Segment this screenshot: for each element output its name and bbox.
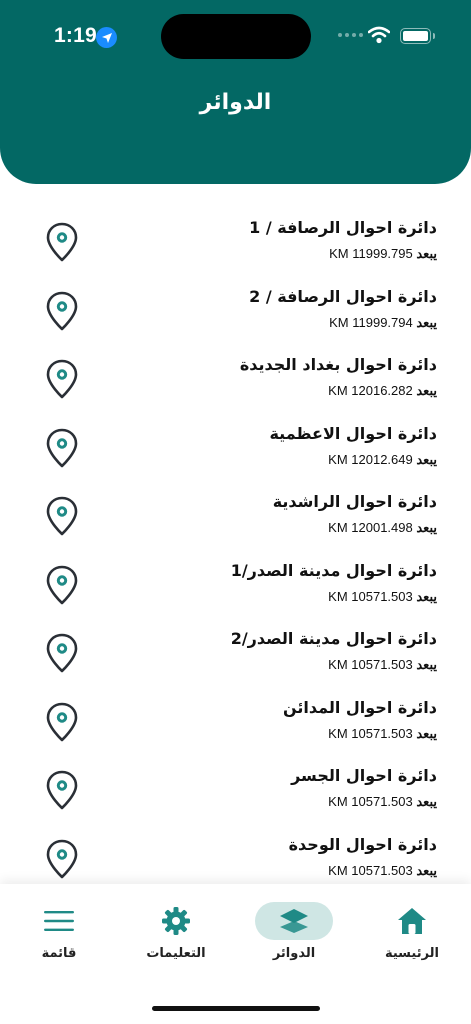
office-name: دائرة احوال الاعظمية	[269, 423, 437, 443]
tab-instructions[interactable]: التعليمات	[126, 902, 226, 961]
cellular-signal-icon	[338, 33, 363, 37]
office-row[interactable]: دائرة احوال المدائن يبعد KM 10571.503	[0, 688, 471, 757]
map-pin-icon[interactable]	[45, 565, 79, 605]
map-pin-icon[interactable]	[45, 496, 79, 536]
office-row[interactable]: دائرة احوال الاعظمية يبعد KM 12012.649	[0, 414, 471, 483]
map-pin-icon[interactable]	[45, 359, 79, 399]
distance-prefix: يبعد	[416, 725, 437, 741]
office-name: دائرة احوال الرصافة / 1	[249, 218, 437, 237]
office-distance: يبعد KM 11999.794	[329, 315, 437, 331]
office-row[interactable]: دائرة احوال الرصافة / 1 يبعد KM 11999.795	[0, 208, 471, 277]
distance-value: KM 10571.503	[328, 657, 413, 672]
office-distance: يبعد KM 12016.282	[328, 383, 437, 399]
office-name: دائرة احوال المدائن	[282, 697, 437, 717]
distance-prefix: يبعد	[416, 383, 437, 398]
office-name: دائرة احوال بغداد الجديدة	[239, 355, 437, 374]
distance-prefix: يبعد	[416, 451, 437, 467]
office-distance: يبعد KM 11999.795	[329, 246, 437, 262]
map-pin-icon[interactable]	[45, 702, 79, 742]
map-pin-icon[interactable]	[45, 291, 79, 331]
office-distance: يبعد KM 12001.498	[328, 520, 437, 536]
map-pin-icon[interactable]	[45, 633, 79, 673]
distance-prefix: يبعد	[416, 794, 437, 809]
distance-prefix: يبعد	[416, 657, 437, 672]
office-name: دائرة احوال الراشدية	[272, 492, 437, 511]
tab-offices[interactable]: الدوائر	[244, 902, 344, 961]
office-row[interactable]: دائرة احوال مدينة الصدر/1 يبعد KM 10571.5…	[0, 551, 471, 620]
map-pin-icon[interactable]	[45, 770, 79, 810]
map-pin-icon[interactable]	[45, 222, 79, 262]
distance-value: KM 11999.795	[329, 246, 413, 261]
distance-value: KM 10571.503	[328, 794, 413, 809]
office-distance: يبعد KM 12012.649	[328, 452, 437, 468]
distance-value: KM 10571.503	[328, 588, 413, 604]
bottom-tab-bar: قائمة التعليمات الدوائر الرئيسية	[0, 884, 471, 1024]
distance-value: KM 11999.794	[329, 314, 413, 330]
office-row[interactable]: دائرة احوال مدينة الصدر/2 يبعد KM 10571.5…	[0, 619, 471, 688]
office-name: دائرة احوال مدينة الصدر/1	[230, 560, 437, 580]
tab-offices-label: الدوائر	[272, 946, 316, 961]
office-distance: يبعد KM 10571.503	[328, 589, 437, 605]
dynamic-island	[161, 14, 311, 59]
gear-icon	[137, 902, 215, 940]
page-title: الدوائر	[199, 90, 272, 115]
office-distance: يبعد KM 10571.503	[328, 657, 437, 673]
office-name: دائرة احوال الرصافة / 2	[249, 286, 437, 306]
office-row[interactable]: دائرة احوال بغداد الجديدة يبعد KM 12016.2…	[0, 345, 471, 414]
battery-icon	[400, 28, 435, 44]
office-name: دائرة احوال مدينة الصدر/2	[230, 629, 437, 648]
home-icon	[373, 902, 451, 940]
location-arrow-icon	[96, 27, 117, 48]
distance-prefix: يبعد	[416, 246, 437, 261]
status-time: 1:19	[54, 24, 97, 47]
tab-instructions-label: التعليمات	[146, 946, 206, 961]
distance-value: KM 10571.503	[328, 862, 413, 878]
map-pin-icon[interactable]	[45, 428, 79, 468]
office-list[interactable]: دائرة احوال الرصافة / 1 يبعد KM 11999.795…	[0, 208, 471, 884]
layers-icon	[255, 902, 333, 940]
office-row[interactable]: دائرة احوال الراشدية يبعد KM 12001.498	[0, 482, 471, 551]
office-name: دائرة احوال الجسر	[291, 766, 437, 785]
distance-prefix: يبعد	[416, 862, 437, 878]
distance-value: KM 12001.498	[328, 520, 413, 535]
office-row[interactable]: دائرة احوال الجسر يبعد KM 10571.503	[0, 756, 471, 825]
tab-home[interactable]: الرئيسية	[362, 902, 462, 961]
office-distance: يبعد KM 10571.503	[328, 863, 437, 879]
office-row[interactable]: دائرة احوال الرصافة / 2 يبعد KM 11999.794	[0, 277, 471, 346]
distance-value: KM 10571.503	[328, 725, 413, 741]
distance-value: KM 12016.282	[328, 383, 413, 398]
app-header: 1:19 الدوائر	[0, 0, 471, 184]
menu-icon	[20, 902, 98, 940]
distance-prefix: يبعد	[416, 520, 437, 535]
office-name: دائرة احوال الوحدة	[288, 834, 437, 854]
map-pin-icon[interactable]	[45, 839, 79, 879]
office-distance: يبعد KM 10571.503	[328, 726, 437, 742]
tab-menu-label: قائمة	[41, 946, 77, 961]
distance-prefix: يبعد	[416, 588, 437, 604]
office-row[interactable]: دائرة احوال الوحدة يبعد KM 10571.503	[0, 825, 471, 885]
tab-home-label: الرئيسية	[384, 946, 440, 961]
wifi-icon	[368, 26, 390, 44]
office-distance: يبعد KM 10571.503	[328, 794, 437, 810]
distance-value: KM 12012.649	[328, 451, 413, 467]
tab-menu[interactable]: قائمة	[9, 902, 109, 961]
distance-prefix: يبعد	[416, 314, 437, 330]
home-indicator	[152, 1006, 320, 1011]
